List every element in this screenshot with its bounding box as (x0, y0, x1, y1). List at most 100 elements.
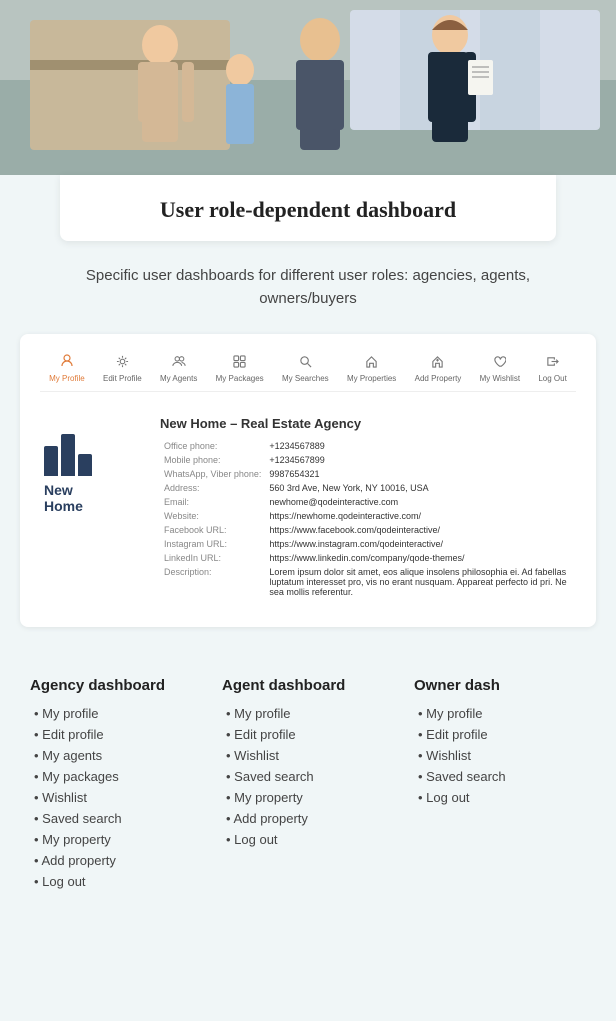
list-item: My profile (30, 706, 202, 721)
owner-col-list: My profile Edit profile Wishlist Saved s… (414, 706, 586, 805)
wishlist-icon (493, 355, 506, 371)
nav-item-log-out[interactable]: Log Out (538, 355, 566, 383)
nav-item-my-profile[interactable]: My Profile (49, 354, 85, 383)
label-linkedin: LinkedIn URL: (160, 551, 265, 565)
nav-label-add-property: Add Property (415, 374, 462, 383)
list-item: My profile (414, 706, 586, 721)
agency-logo: New Home (44, 416, 144, 599)
add-property-icon (431, 355, 444, 371)
nav-label-my-profile: My Profile (49, 374, 85, 383)
subtitle-section: Specific user dashboards for different u… (0, 241, 616, 334)
label-instagram: Instagram URL: (160, 537, 265, 551)
label-website: Website: (160, 509, 265, 523)
owner-col-title: Owner dash (414, 677, 586, 694)
nav-label-my-properties: My Properties (347, 374, 396, 383)
list-item: Saved search (30, 811, 202, 826)
value-description: Lorem ipsum dolor sit amet, eos alique i… (265, 565, 572, 599)
value-website[interactable]: https://newhome.qodeinteractive.com/ (265, 509, 572, 523)
value-email: newhome@qodeinteractive.com (265, 495, 572, 509)
agent-col-list: My profile Edit profile Wishlist Saved s… (222, 706, 394, 847)
nav-item-my-wishlist[interactable]: My Wishlist (480, 355, 520, 383)
label-email: Email: (160, 495, 265, 509)
nav-label-my-wishlist: My Wishlist (480, 374, 520, 383)
info-row-address: Address: 560 3rd Ave, New York, NY 10016… (160, 481, 572, 495)
logout-icon (546, 355, 559, 371)
packages-icon (233, 355, 246, 371)
value-whatsapp: 9987654321 (265, 467, 572, 481)
agent-dashboard-col: Agent dashboard My profile Edit profile … (222, 677, 394, 895)
person-icon (60, 354, 74, 371)
home-icon (365, 355, 378, 371)
list-item: My packages (30, 769, 202, 784)
list-item: Saved search (414, 769, 586, 784)
nav-item-my-searches[interactable]: My Searches (282, 355, 329, 383)
list-item: My property (30, 832, 202, 847)
value-facebook[interactable]: https://www.facebook.com/qodeinteractive… (265, 523, 572, 537)
title-section: User role-dependent dashboard (60, 175, 556, 241)
nav-item-my-agents[interactable]: My Agents (160, 355, 197, 383)
search-icon (299, 355, 312, 371)
list-item: Wishlist (222, 748, 394, 763)
value-instagram[interactable]: https://www.instagram.com/qodeinteractiv… (265, 537, 572, 551)
list-item: Edit profile (414, 727, 586, 742)
dashboard-card: My Profile Edit Profile My Agents (20, 334, 596, 627)
agency-col-title: Agency dashboard (30, 677, 202, 694)
logo-bar-3 (78, 454, 92, 476)
value-office-phone: +1234567889 (265, 439, 572, 453)
logo-bar-1 (44, 446, 58, 476)
agency-dashboard-col: Agency dashboard My profile Edit profile… (30, 677, 202, 895)
owner-dashboard-col: Owner dash My profile Edit profile Wishl… (414, 677, 586, 895)
label-address: Address: (160, 481, 265, 495)
agent-col-title: Agent dashboard (222, 677, 394, 694)
nav-label-my-searches: My Searches (282, 374, 329, 383)
list-item: Edit profile (222, 727, 394, 742)
nav-item-edit-profile[interactable]: Edit Profile (103, 355, 142, 383)
profile-content: New Home New Home – Real Estate Agency O… (40, 408, 576, 607)
hero-image (0, 0, 616, 175)
list-item: Saved search (222, 769, 394, 784)
agency-col-list: My profile Edit profile My agents My pac… (30, 706, 202, 889)
nav-item-my-packages[interactable]: My Packages (216, 355, 264, 383)
list-item: My agents (30, 748, 202, 763)
nav-label-my-packages: My Packages (216, 374, 264, 383)
label-whatsapp: WhatsApp, Viber phone: (160, 467, 265, 481)
logo-icon-bars (44, 416, 134, 476)
info-row-mobile-phone: Mobile phone: +1234567899 (160, 453, 572, 467)
agency-info-table: Office phone: +1234567889 Mobile phone: … (160, 439, 572, 599)
info-row-website: Website: https://newhome.qodeinteractive… (160, 509, 572, 523)
info-row-description: Description: Lorem ipsum dolor sit amet,… (160, 565, 572, 599)
logo-bar-2 (61, 434, 75, 476)
nav-label-my-agents: My Agents (160, 374, 197, 383)
agency-info: New Home – Real Estate Agency Office pho… (160, 416, 572, 599)
list-item: Wishlist (414, 748, 586, 763)
label-mobile-phone: Mobile phone: (160, 453, 265, 467)
nav-item-add-property[interactable]: Add Property (415, 355, 462, 383)
info-row-office-phone: Office phone: +1234567889 (160, 439, 572, 453)
agency-name: New Home – Real Estate Agency (160, 416, 572, 431)
info-row-whatsapp: WhatsApp, Viber phone: 9987654321 (160, 467, 572, 481)
list-item: Edit profile (30, 727, 202, 742)
value-mobile-phone: +1234567899 (265, 453, 572, 467)
list-item: Log out (30, 874, 202, 889)
agents-icon (172, 355, 186, 371)
value-address: 560 3rd Ave, New York, NY 10016, USA (265, 481, 572, 495)
label-facebook: Facebook URL: (160, 523, 265, 537)
gear-icon (116, 355, 129, 371)
list-item: Add property (30, 853, 202, 868)
lists-section: Agency dashboard My profile Edit profile… (0, 647, 616, 915)
nav-item-my-properties[interactable]: My Properties (347, 355, 396, 383)
agency-logo-text: New Home (44, 482, 144, 514)
nav-label-log-out: Log Out (538, 374, 566, 383)
list-item: Wishlist (30, 790, 202, 805)
info-row-facebook: Facebook URL: https://www.facebook.com/q… (160, 523, 572, 537)
page-title: User role-dependent dashboard (100, 197, 516, 223)
label-office-phone: Office phone: (160, 439, 265, 453)
list-item: Log out (222, 832, 394, 847)
value-linkedin[interactable]: https://www.linkedin.com/company/qode-th… (265, 551, 572, 565)
nav-label-edit-profile: Edit Profile (103, 374, 142, 383)
list-item: My profile (222, 706, 394, 721)
label-description: Description: (160, 565, 265, 599)
nav-bar: My Profile Edit Profile My Agents (40, 354, 576, 392)
info-row-instagram: Instagram URL: https://www.instagram.com… (160, 537, 572, 551)
list-item: My property (222, 790, 394, 805)
